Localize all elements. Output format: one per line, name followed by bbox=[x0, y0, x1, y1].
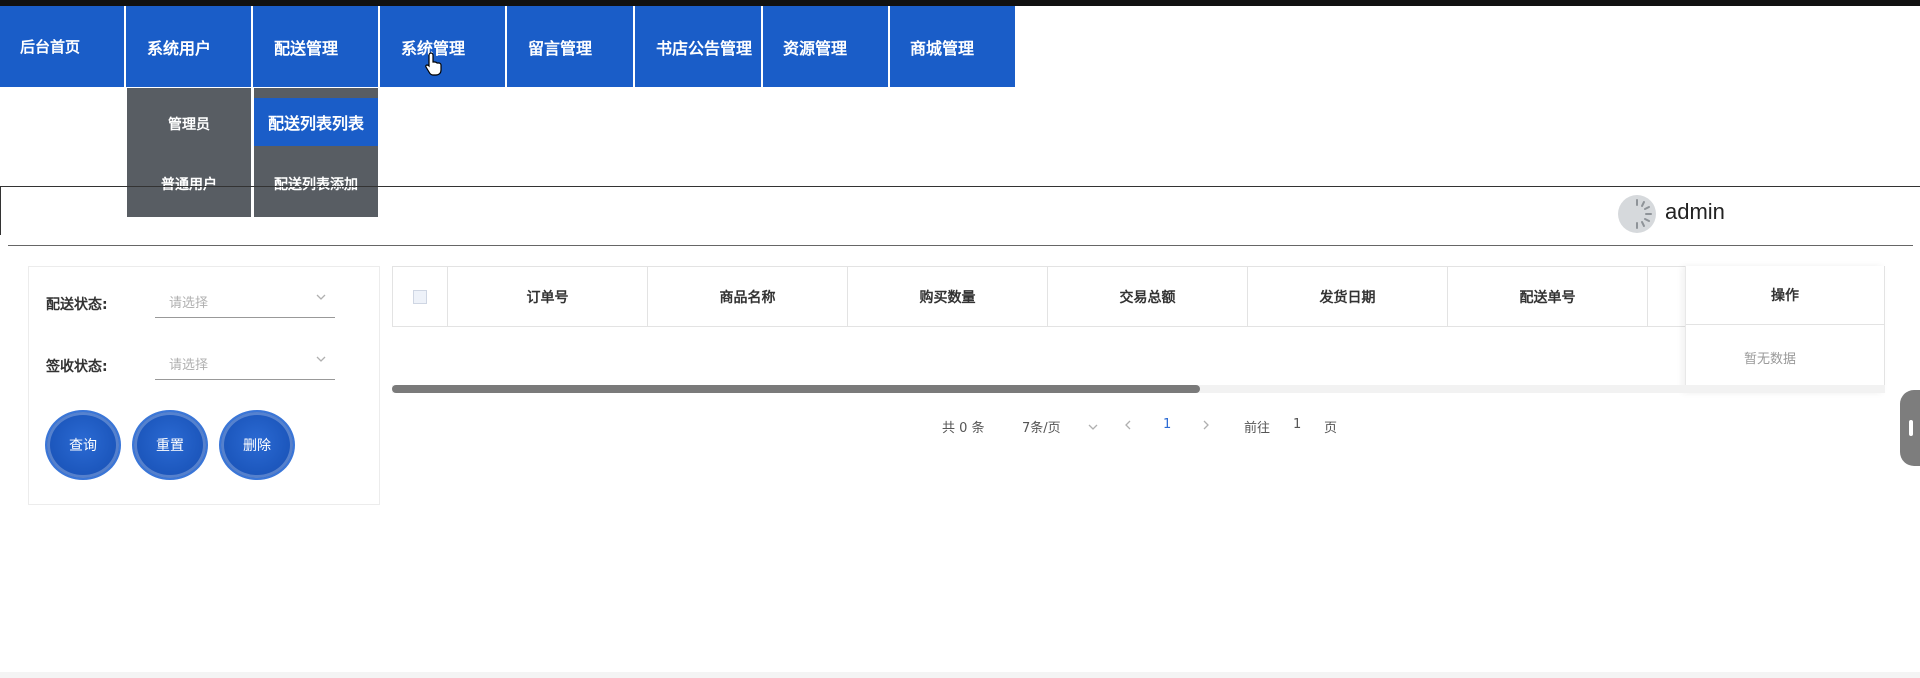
submenu-item-admin[interactable]: 管理员 bbox=[127, 94, 251, 154]
column-header-actions[interactable]: 操作 bbox=[1686, 266, 1884, 325]
side-drawer-handle[interactable] bbox=[1900, 390, 1920, 466]
column-header-ship-date[interactable]: 发货日期 bbox=[1247, 267, 1447, 326]
avatar[interactable] bbox=[1618, 195, 1656, 233]
fixed-action-column: 操作 bbox=[1685, 266, 1885, 393]
nav-label: 商城管理 bbox=[910, 38, 975, 58]
handle-grip-icon bbox=[1909, 420, 1913, 436]
bottom-strip bbox=[0, 672, 1920, 678]
nav-item-bookstore-notice[interactable]: 书店公告管理 bbox=[635, 6, 761, 87]
prev-page-icon[interactable] bbox=[1123, 419, 1133, 431]
nav-label: 留言管理 bbox=[528, 38, 593, 58]
nav-label: 后台首页 bbox=[20, 38, 81, 56]
page-size-label: 7条/页 bbox=[1022, 421, 1061, 436]
nav-label: 系统用户 bbox=[147, 38, 212, 58]
nav-item-messages[interactable]: 留言管理 bbox=[507, 6, 633, 87]
column-header-order-no[interactable]: 订单号 bbox=[447, 267, 647, 326]
submenu-delivery: 配送列表列表 配送列表添加 bbox=[254, 88, 378, 217]
header-top-border bbox=[0, 186, 1920, 187]
receipt-status-select[interactable]: 请选择 bbox=[155, 344, 335, 380]
submenu-label: 配送列表添加 bbox=[274, 177, 358, 193]
submenu-label: 管理员 bbox=[168, 117, 210, 133]
submenu-label: 配送列表列表 bbox=[267, 114, 364, 133]
nav-item-delivery[interactable]: 配送管理 bbox=[253, 6, 378, 87]
select-all-cell bbox=[392, 267, 447, 326]
username[interactable]: admin bbox=[1665, 199, 1725, 225]
empty-text: 暂无数据 bbox=[1744, 352, 1797, 367]
page-suffix: 页 bbox=[1324, 421, 1338, 436]
select-placeholder: 请选择 bbox=[169, 296, 209, 311]
reset-button[interactable]: 重置 bbox=[132, 410, 208, 480]
select-placeholder: 请选择 bbox=[169, 358, 209, 373]
column-header-quantity[interactable]: 购买数量 bbox=[847, 267, 1047, 326]
column-header-spacer bbox=[1647, 267, 1685, 326]
nav-item-home[interactable]: 后台首页 bbox=[0, 6, 124, 87]
submenu-label: 普通用户 bbox=[161, 177, 217, 193]
nav-label: 资源管理 bbox=[783, 38, 848, 58]
delivery-status-select[interactable]: 请选择 bbox=[155, 282, 335, 318]
select-all-checkbox[interactable] bbox=[413, 289, 427, 304]
horizontal-scrollbar-thumb[interactable] bbox=[392, 385, 1200, 393]
chevron-down-icon bbox=[316, 356, 326, 362]
goto-label: 前往 bbox=[1244, 421, 1271, 436]
submenu-system-users: 管理员 普通用户 bbox=[127, 88, 251, 217]
nav-item-mall[interactable]: 商城管理 bbox=[890, 6, 1015, 87]
delete-button[interactable]: 删除 bbox=[219, 410, 295, 480]
nav-label: 书店公告管理 bbox=[656, 38, 753, 58]
submenu-item-delivery-add[interactable]: 配送列表添加 bbox=[254, 154, 378, 214]
query-button[interactable]: 查询 bbox=[45, 410, 121, 480]
header-left-border bbox=[0, 186, 1, 235]
chevron-down-icon bbox=[316, 294, 326, 300]
next-page-icon[interactable] bbox=[1201, 419, 1211, 431]
delivery-status-label: 配送状态: bbox=[46, 297, 108, 313]
receipt-status-label: 签收状态: bbox=[46, 359, 108, 375]
goto-page-input[interactable]: 1 bbox=[1293, 417, 1301, 432]
pagination-total: 共 0 条 bbox=[942, 421, 985, 436]
nav-item-system-users[interactable]: 系统用户 bbox=[126, 6, 251, 87]
hand-cursor-icon bbox=[425, 52, 442, 76]
loading-avatar-icon bbox=[1636, 199, 1652, 229]
submenu-item-normal-users[interactable]: 普通用户 bbox=[127, 154, 251, 214]
submenu-item-delivery-list[interactable]: 配送列表列表 bbox=[254, 98, 378, 146]
column-header-delivery-no[interactable]: 配送单号 bbox=[1447, 267, 1647, 326]
nav-label: 配送管理 bbox=[274, 38, 339, 58]
chevron-down-icon bbox=[1088, 424, 1098, 430]
nav-item-resources[interactable]: 资源管理 bbox=[763, 6, 888, 87]
table-header: 订单号 商品名称 购买数量 交易总额 发货日期 配送单号 bbox=[392, 266, 1885, 327]
header-bottom-border bbox=[8, 245, 1913, 246]
column-header-total[interactable]: 交易总额 bbox=[1047, 267, 1247, 326]
column-header-product-name[interactable]: 商品名称 bbox=[647, 267, 847, 326]
current-page[interactable]: 1 bbox=[1163, 417, 1171, 432]
page-size-select[interactable]: 7条/页 bbox=[1022, 417, 1099, 436]
